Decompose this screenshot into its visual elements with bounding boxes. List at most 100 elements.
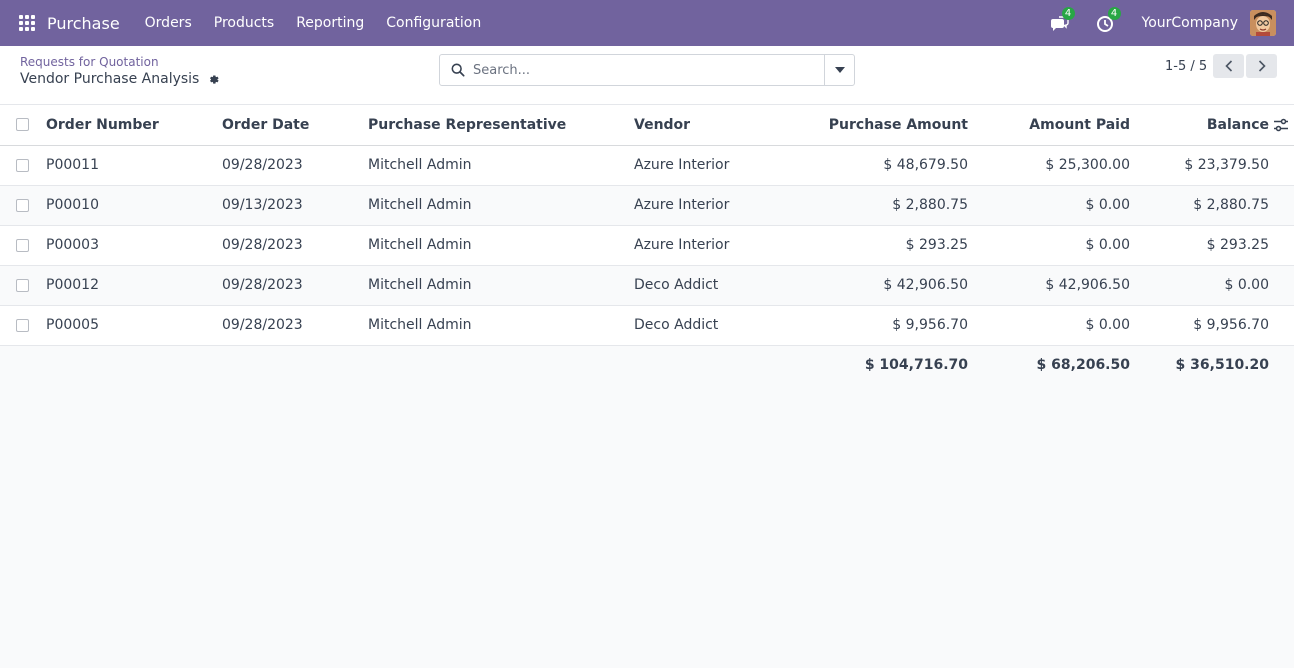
order-date-cell[interactable]: 09/28/2023 — [222, 145, 368, 186]
totals-empty-cell — [46, 345, 222, 385]
app-menu-icon[interactable] — [17, 13, 37, 33]
row-select-cell — [0, 305, 46, 346]
table-row[interactable]: P00005 09/28/2023 Mitchell Admin Deco Ad… — [0, 305, 1294, 346]
menu-orders[interactable]: Orders — [134, 15, 203, 31]
representative-cell[interactable]: Mitchell Admin — [368, 145, 634, 186]
chevron-right-icon — [1258, 60, 1266, 72]
search-input[interactable] — [473, 56, 824, 84]
order-date-cell[interactable]: 09/28/2023 — [222, 305, 368, 346]
select-all-checkbox[interactable] — [16, 118, 29, 132]
order-date-cell[interactable]: 09/28/2023 — [222, 225, 368, 266]
vendor-cell[interactable]: Deco Addict — [634, 265, 822, 306]
balance-cell[interactable]: $ 9,956.70 — [1130, 305, 1269, 346]
totals-empty-cell — [368, 345, 634, 385]
amount-paid-cell[interactable]: $ 25,300.00 — [968, 145, 1130, 186]
purchase-amount-cell[interactable]: $ 2,880.75 — [822, 185, 968, 226]
company-switcher[interactable]: YourCompany — [1142, 15, 1239, 31]
purchase-amount-cell[interactable]: $ 293.25 — [822, 225, 968, 266]
pager-previous-button[interactable] — [1213, 54, 1244, 78]
caret-down-icon — [834, 67, 845, 73]
page-title: Vendor Purchase Analysis — [20, 71, 200, 87]
breadcrumb-current: Vendor Purchase Analysis — [20, 71, 220, 87]
pager-next-button[interactable] — [1246, 54, 1277, 78]
row-spacer-cell — [1269, 305, 1294, 346]
search-options-toggle[interactable] — [824, 55, 854, 85]
totals-empty-cell — [0, 345, 46, 385]
row-select-cell — [0, 265, 46, 306]
balance-cell[interactable]: $ 23,379.50 — [1130, 145, 1269, 186]
messages-button[interactable]: 4 — [1050, 7, 1075, 34]
avatar-face-icon — [1250, 10, 1276, 36]
vendor-cell[interactable]: Azure Interior — [634, 185, 822, 226]
row-select-cell — [0, 185, 46, 226]
amount-paid-cell[interactable]: $ 0.00 — [968, 185, 1130, 226]
list-view: Order Number Order Date Purchase Represe… — [0, 105, 1294, 385]
balance-cell[interactable]: $ 0.00 — [1130, 265, 1269, 306]
control-panel: Requests for Quotation Vendor Purchase A… — [0, 46, 1294, 105]
app-brand[interactable]: Purchase — [47, 14, 120, 33]
column-vendor[interactable]: Vendor — [634, 105, 822, 146]
column-order-date[interactable]: Order Date — [222, 105, 368, 146]
select-all-cell — [0, 105, 46, 146]
table-row[interactable]: P00010 09/13/2023 Mitchell Admin Azure I… — [0, 185, 1294, 226]
gear-icon[interactable] — [207, 73, 220, 86]
representative-cell[interactable]: Mitchell Admin — [368, 225, 634, 266]
purchase-table: Order Number Order Date Purchase Represe… — [0, 105, 1294, 385]
vendor-cell[interactable]: Azure Interior — [634, 145, 822, 186]
representative-cell[interactable]: Mitchell Admin — [368, 185, 634, 226]
menu-products[interactable]: Products — [203, 15, 285, 31]
order-number-cell[interactable]: P00003 — [46, 225, 222, 266]
sliders-icon[interactable] — [1273, 117, 1289, 133]
top-navbar: Purchase Orders Products Reporting Confi… — [0, 0, 1294, 46]
column-purchase-representative[interactable]: Purchase Representative — [368, 105, 634, 146]
vendor-cell[interactable]: Deco Addict — [634, 305, 822, 346]
totals-empty-cell — [1269, 345, 1294, 385]
column-order-number[interactable]: Order Number — [46, 105, 222, 146]
totals-empty-cell — [222, 345, 368, 385]
purchase-amount-cell[interactable]: $ 48,679.50 — [822, 145, 968, 186]
order-number-cell[interactable]: P00011 — [46, 145, 222, 186]
row-spacer-cell — [1269, 225, 1294, 266]
column-purchase-amount[interactable]: Purchase Amount — [822, 105, 968, 146]
row-checkbox[interactable] — [16, 278, 29, 292]
representative-cell[interactable]: Mitchell Admin — [368, 265, 634, 306]
menu-reporting[interactable]: Reporting — [285, 15, 375, 31]
column-balance[interactable]: Balance — [1130, 105, 1269, 146]
representative-cell[interactable]: Mitchell Admin — [368, 305, 634, 346]
row-spacer-cell — [1269, 145, 1294, 186]
user-avatar[interactable] — [1250, 10, 1276, 36]
order-number-cell[interactable]: P00010 — [46, 185, 222, 226]
row-checkbox[interactable] — [16, 198, 29, 212]
purchase-amount-cell[interactable]: $ 9,956.70 — [822, 305, 968, 346]
order-date-cell[interactable]: 09/13/2023 — [222, 185, 368, 226]
activities-badge: 4 — [1107, 7, 1121, 20]
breadcrumb-parent[interactable]: Requests for Quotation — [20, 55, 159, 69]
purchase-amount-cell[interactable]: $ 42,906.50 — [822, 265, 968, 306]
row-spacer-cell — [1269, 185, 1294, 226]
row-select-cell — [0, 145, 46, 186]
order-number-cell[interactable]: P00012 — [46, 265, 222, 306]
balance-cell[interactable]: $ 2,880.75 — [1130, 185, 1269, 226]
row-checkbox[interactable] — [16, 238, 29, 252]
table-header-row: Order Number Order Date Purchase Represe… — [0, 105, 1294, 146]
vendor-cell[interactable]: Azure Interior — [634, 225, 822, 266]
order-date-cell[interactable]: 09/28/2023 — [222, 265, 368, 306]
row-checkbox[interactable] — [16, 158, 29, 172]
pager-value[interactable]: 1-5 / 5 — [1165, 59, 1207, 74]
order-number-cell[interactable]: P00005 — [46, 305, 222, 346]
table-row[interactable]: P00011 09/28/2023 Mitchell Admin Azure I… — [0, 145, 1294, 186]
amount-paid-cell[interactable]: $ 0.00 — [968, 305, 1130, 346]
total-balance: $ 36,510.20 — [1130, 345, 1269, 385]
chevron-left-icon — [1224, 60, 1232, 72]
amount-paid-cell[interactable]: $ 42,906.50 — [968, 265, 1130, 306]
row-checkbox[interactable] — [16, 318, 29, 332]
balance-cell[interactable]: $ 293.25 — [1130, 225, 1269, 266]
menu-configuration[interactable]: Configuration — [375, 15, 492, 31]
table-row[interactable]: P00003 09/28/2023 Mitchell Admin Azure I… — [0, 225, 1294, 266]
column-amount-paid[interactable]: Amount Paid — [968, 105, 1130, 146]
activities-button[interactable]: 4 — [1096, 7, 1121, 34]
row-spacer-cell — [1269, 265, 1294, 306]
total-purchase-amount: $ 104,716.70 — [822, 345, 968, 385]
table-row[interactable]: P00012 09/28/2023 Mitchell Admin Deco Ad… — [0, 265, 1294, 306]
amount-paid-cell[interactable]: $ 0.00 — [968, 225, 1130, 266]
